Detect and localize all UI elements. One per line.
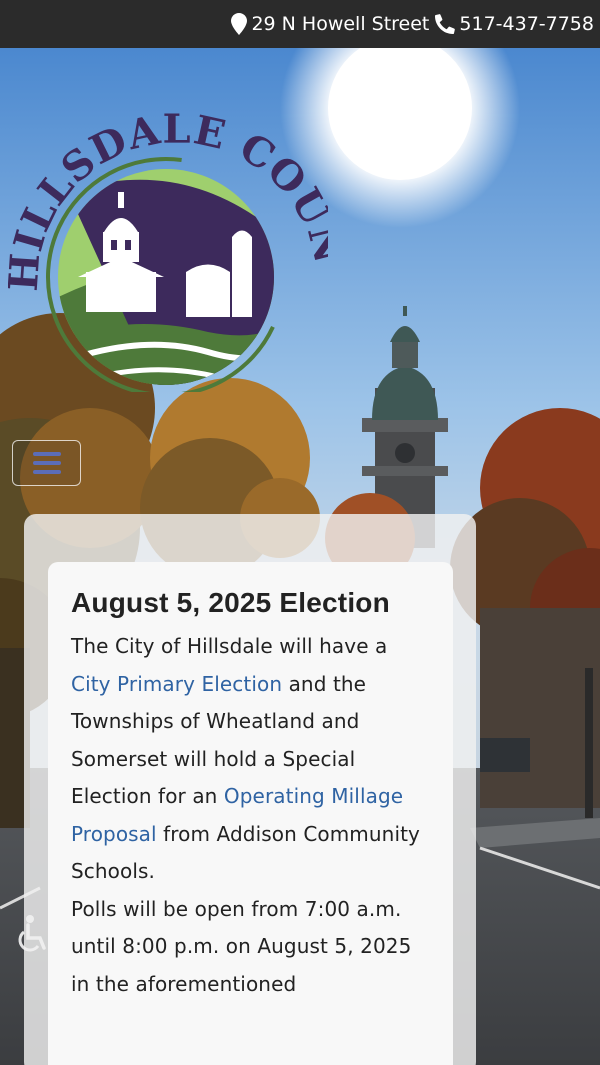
phone-item[interactable]: 517-437-7758 <box>435 13 594 35</box>
news-card: August 5, 2025 Election The City of Hill… <box>48 562 453 1065</box>
news-paragraph: The City of Hillsdale will have a City P… <box>71 634 420 883</box>
news-title: August 5, 2025 Election <box>71 587 390 618</box>
hamburger-menu-icon <box>32 452 61 456</box>
phone-icon <box>435 14 456 34</box>
hamburger-menu-button[interactable] <box>12 440 81 486</box>
polls-paragraph: Polls will be open from 7:00 a.m. until … <box>71 896 412 996</box>
address-item[interactable]: 29 N Howell Street <box>231 13 429 35</box>
city-primary-election-link[interactable]: City Primary Election <box>71 672 282 696</box>
map-marker-icon <box>231 13 248 35</box>
top-contact-bar: 29 N Howell Street 517-437-7758 <box>0 0 600 48</box>
phone-text: 517-437-7758 <box>459 13 594 35</box>
county-logo: HILLSDALE COUNTY <box>8 92 328 392</box>
address-text: 29 N Howell Street <box>251 13 430 35</box>
